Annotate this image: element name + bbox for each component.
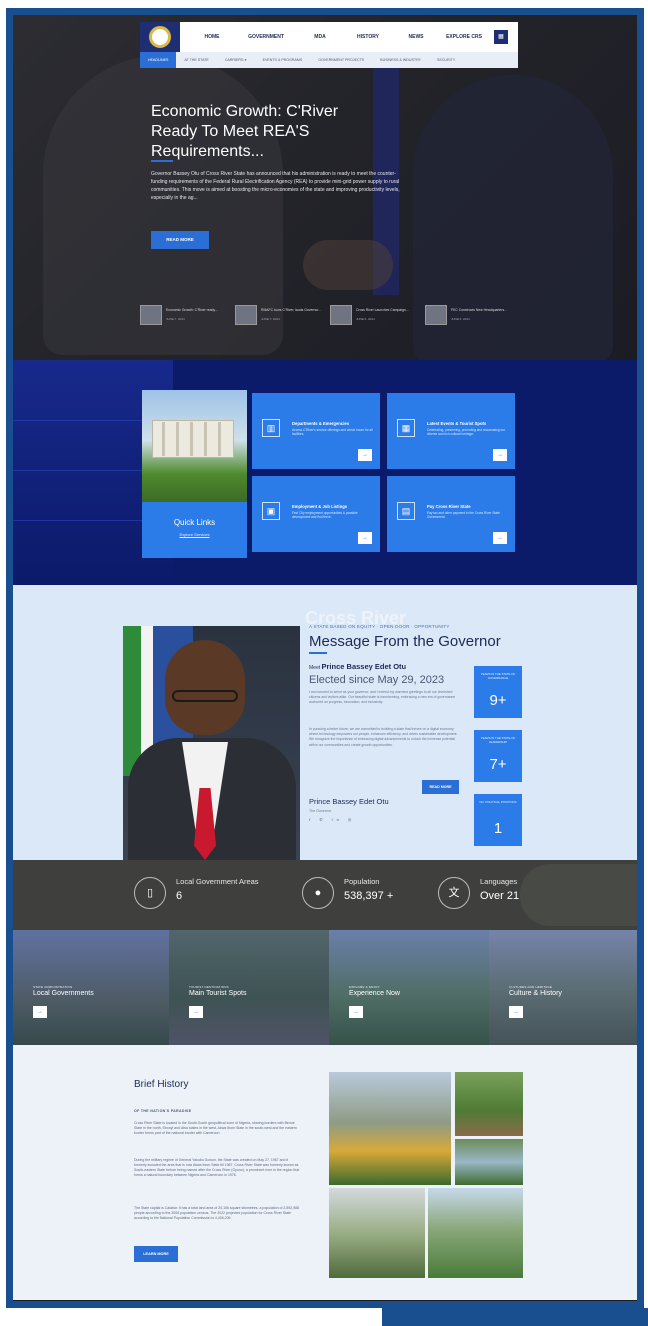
thumbnail-title: RMAFC tours C'River, lauds Governor... (261, 308, 322, 312)
category-culture-history[interactable]: CULTURES AND HERITAGE Culture & History … (489, 930, 637, 1045)
governor-signature-name: Prince Bassey Edet Otu (309, 797, 389, 806)
cable-car-photo (428, 1188, 523, 1278)
calendar-icon: ▦ (397, 419, 415, 437)
map-icon: ▯ (134, 877, 166, 909)
news-thumbnail[interactable]: RMAFC tours C'River, lauds Governor... J… (235, 300, 330, 330)
main-navigation: HOME GOVERNMENT MDA HISTORY NEWS EXPLORE… (140, 22, 518, 68)
nav-item-history[interactable]: HISTORY (344, 34, 392, 40)
governor-meet-line: Meet Prince Bassey Edet Otu (309, 662, 407, 671)
history-paragraph: Cross River State is located in the Sout… (134, 1121, 297, 1135)
service-card-events[interactable]: ▦ Latest Events & Tourist Spots Celebrat… (387, 393, 515, 469)
nav-item-news[interactable]: NEWS (392, 34, 440, 40)
cannon-background (520, 864, 637, 926)
governor-paragraph: I am honored to serve as your governor, … (309, 690, 456, 705)
hero-news-thumbnails: Economic Growth: C'River ready... JUNE 7… (140, 300, 520, 330)
translate-icon: 文 (438, 877, 470, 909)
thumbnail-image (235, 305, 257, 325)
people-icon: ● (302, 877, 334, 909)
governor-stat-box: NO. POLITICAL POSITIONS 1 (474, 794, 522, 846)
garden-photo (455, 1139, 523, 1185)
quick-links-title: Quick Links (173, 518, 216, 527)
bottom-accent-bar (382, 1308, 648, 1326)
seal-icon (149, 26, 171, 48)
subnav-item-events[interactable]: EVENTS & PROGRAMS (255, 58, 311, 62)
news-thumbnail[interactable]: Cross River Launches Campaign... JUNE 6,… (330, 300, 425, 330)
thumbnail-image (425, 305, 447, 325)
explore-services-link[interactable]: Explore Services (142, 532, 247, 537)
thumbnail-title: FEC Constructs New Headquarters... (451, 308, 507, 312)
service-card-employment[interactable]: ▣ Employment & Job Listings Find City em… (252, 476, 380, 552)
governor-role: The Governor (309, 809, 332, 813)
governor-tagline: A STATE BASED ON EQUITY · OPEN DOOR · OP… (309, 624, 450, 629)
brief-history-section (13, 1045, 637, 1300)
nav-item-home[interactable]: HOME (188, 34, 236, 40)
nav-top-bar: HOME GOVERNMENT MDA HISTORY NEWS EXPLORE… (188, 22, 488, 52)
thumbnail-date: JUNE 6, 2024 (356, 317, 375, 321)
arrow-right-icon[interactable]: → (358, 532, 372, 544)
nav-item-government[interactable]: GOVERNMENT (236, 34, 296, 40)
hero-read-more-button[interactable]: READ MORE (151, 231, 209, 249)
state-logo[interactable] (140, 22, 180, 52)
menu-grid-icon[interactable]: ▦ (494, 30, 508, 44)
governor-stat-box: YEARS IN THE STATE OF GOVERNANCE 9+ (474, 666, 522, 718)
arrow-right-icon[interactable]: → (509, 1006, 523, 1018)
service-card-departments[interactable]: ▥ Departments & Emergencies Access C'Riv… (252, 393, 380, 469)
nav-sub-bar: HEADLINES AT THE STATE CARRIERS ● EVENTS… (140, 52, 518, 68)
wallet-icon: ▤ (397, 502, 415, 520)
service-card-payment[interactable]: ▤ Pay Cross River State Pay tax and othe… (387, 476, 515, 552)
arrow-right-icon[interactable]: → (358, 449, 372, 461)
hero-description: Governor Bassey Otu of Cross River State… (151, 171, 400, 201)
history-title: Brief History (134, 1079, 189, 1090)
hero-title-underline (151, 160, 173, 162)
subnav-item-projects[interactable]: GOVERNMENT PROJECTS (310, 58, 372, 62)
thumbnail-image (330, 305, 352, 325)
briefcase-icon: ▣ (262, 502, 280, 520)
nav-item-mda[interactable]: MDA (296, 34, 344, 40)
history-kicker: OF THE NATION'S PARADISE (134, 1109, 192, 1113)
governor-stat-box: YEARS IN THE STATE OF LEADERSHIP 7+ (474, 730, 522, 782)
thumbnail-title: Cross River Launches Campaign... (356, 308, 409, 312)
category-experience[interactable]: EXPLORE & ENJOY Experience Now → (329, 930, 489, 1045)
history-paragraph: The State capital is Calabar. It has a t… (134, 1206, 299, 1220)
category-local-governments[interactable]: STATE ADMINISTRATION Local Governments → (13, 930, 169, 1045)
thumbnail-image (140, 305, 162, 325)
social-icons[interactable]: f ✆ in ◎ (309, 817, 355, 822)
building-icon: ▥ (262, 419, 280, 437)
arrow-right-icon[interactable]: → (349, 1006, 363, 1018)
thumbnail-date: JUNE 6, 2024 (451, 317, 470, 321)
learn-more-button[interactable]: LEARN MORE (134, 1246, 178, 1262)
history-paragraph: During the military regime of General Ya… (134, 1158, 300, 1177)
cenotaph-photo (329, 1188, 425, 1278)
subnav-item-security[interactable]: SECURITY (429, 58, 463, 62)
subnav-item-headlines[interactable]: HEADLINES (140, 52, 177, 68)
hero-title: Economic Growth: C'River Ready To Meet R… (151, 103, 339, 160)
governor-read-more-button[interactable]: READ MORE (422, 780, 459, 794)
page: HOME GOVERNMENT MDA HISTORY NEWS EXPLORE… (0, 0, 648, 1326)
governor-heading: Message From the Governor (309, 633, 501, 650)
nav-item-explore[interactable]: EXPLORE CRS (440, 34, 488, 40)
arrow-right-icon[interactable]: → (33, 1006, 47, 1018)
governor-paragraph: In pursuing a better future, we are comm… (309, 727, 458, 747)
news-thumbnail[interactable]: FEC Constructs New Headquarters... JUNE … (425, 300, 520, 330)
arrow-right-icon[interactable]: → (493, 449, 507, 461)
news-thumbnail[interactable]: Economic Growth: C'River ready... JUNE 7… (140, 300, 235, 330)
alabaraba-monument-photo (329, 1072, 451, 1185)
subnav-item-carriers[interactable]: CARRIERS ● (217, 58, 255, 62)
thumbnail-title: Economic Growth: C'River ready... (166, 308, 218, 312)
subnav-item-state[interactable]: AT THE STATE (176, 58, 216, 62)
subnav-item-business[interactable]: BUSINESS & INDUSTRY (372, 58, 429, 62)
arrow-right-icon[interactable]: → (189, 1006, 203, 1018)
thumbnail-date: JUNE 7, 2024 (261, 317, 280, 321)
arrow-right-icon[interactable]: → (493, 532, 507, 544)
park-photo (455, 1072, 523, 1136)
governor-elected-date: Elected since May 29, 2023 (309, 674, 445, 686)
thumbnail-date: JUNE 7, 2024 (166, 317, 185, 321)
category-tourist-spots[interactable]: TOURIST DESTINATIONS Main Tourist Spots … (169, 930, 329, 1045)
